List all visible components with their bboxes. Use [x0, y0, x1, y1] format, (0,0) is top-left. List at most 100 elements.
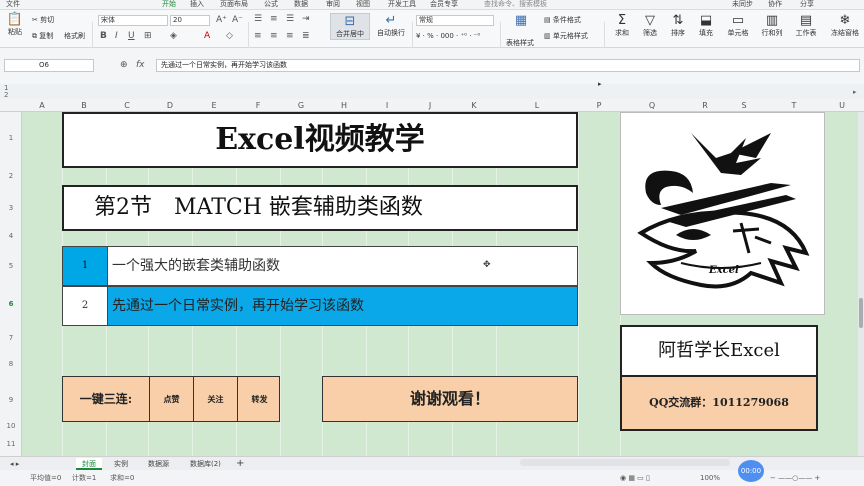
clear-icon[interactable]: ◇ — [226, 31, 233, 41]
section-cell[interactable]: 第2节 MATCH 嵌套辅助类函数 — [62, 185, 578, 231]
column-header[interactable]: E — [192, 99, 236, 112]
zoom-icon[interactable]: ⊕ — [120, 59, 128, 72]
column-header[interactable]: Q — [620, 99, 684, 112]
indent-icon[interactable]: ⇥ — [302, 14, 310, 24]
sheet-tab-datasource[interactable]: 数据源 — [142, 458, 175, 470]
align-center-icon[interactable]: ≡ — [270, 31, 278, 41]
column-header[interactable]: I — [366, 99, 408, 112]
like-cell[interactable]: 点赞 — [149, 377, 193, 421]
column-header[interactable]: S — [726, 99, 762, 112]
sheet-grid[interactable]: Excel视频教学 第2节 MATCH 嵌套辅助类函数 1 一个强大的嵌套类辅助函… — [22, 112, 858, 456]
column-header[interactable]: A — [22, 99, 62, 112]
cell-button[interactable]: ▭ 单元格 — [724, 13, 752, 38]
expand-arrow-icon[interactable]: ▸ — [598, 80, 602, 88]
cell-style-button[interactable]: ▥ 单元格样式 — [544, 31, 588, 41]
row-header[interactable]: 9 — [0, 396, 22, 404]
zoom-level[interactable]: 100% — [700, 473, 720, 483]
merge-center-button[interactable]: ⊟ 合并居中 — [330, 13, 370, 40]
worksheet-button[interactable]: ▤ 工作表 — [792, 13, 820, 38]
recording-timer[interactable]: 00:00 — [738, 460, 764, 482]
title-cell[interactable]: Excel视频教学 — [62, 112, 578, 168]
qq-group-cell[interactable]: QQ交流群：1011279068 — [620, 377, 818, 431]
italic-icon[interactable]: I — [115, 31, 118, 41]
align-top-icon[interactable]: ☰ — [254, 14, 262, 24]
font-name-select[interactable]: 宋体 — [98, 15, 168, 26]
name-box[interactable]: O6 — [4, 59, 94, 72]
font-color-icon[interactable]: A — [204, 31, 210, 41]
vertical-scrollbar[interactable] — [858, 112, 864, 456]
table-style-button[interactable]: 表格样式 — [506, 38, 534, 48]
sum-button[interactable]: Σ 求和 — [610, 13, 634, 38]
column-header[interactable]: H — [322, 99, 366, 112]
author-name-cell[interactable]: 阿哲学长Excel — [620, 325, 818, 377]
item-row-selected[interactable]: 2 先通过一个日常实例，再开始学习该函数 — [62, 286, 578, 326]
column-header[interactable]: F — [236, 99, 280, 112]
column-header[interactable]: B — [62, 99, 106, 112]
formula-input[interactable]: 先通过一个日常实例，再开始学习该函数 — [156, 59, 860, 72]
wrap-text-button[interactable]: ↵ 自动换行 — [374, 13, 408, 38]
tab-nav-icon[interactable]: ◂ ▸ — [4, 458, 25, 470]
number-format-select[interactable]: 常规 — [416, 15, 494, 26]
font-size-select[interactable]: 20 — [170, 15, 210, 26]
fx-icon[interactable]: fx — [136, 59, 145, 72]
column-header[interactable]: P — [578, 99, 620, 112]
sort-button[interactable]: ⇅ 排序 — [666, 13, 690, 38]
zoom-slider[interactable]: − ——○—— + — [770, 473, 820, 483]
row-header[interactable]: 8 — [0, 360, 22, 368]
row-header[interactable]: 1 — [0, 134, 22, 142]
item-text[interactable]: 先通过一个日常实例，再开始学习该函数 — [107, 287, 577, 325]
underline-icon[interactable]: U — [128, 31, 135, 41]
share-cell[interactable]: 转发 — [237, 377, 281, 421]
column-header[interactable]: L — [496, 99, 578, 112]
increase-font-icon[interactable]: A⁺ — [216, 15, 227, 25]
item-number[interactable]: 1 — [63, 247, 107, 285]
menu-collaborate[interactable]: 协作 — [768, 0, 782, 9]
filter-button[interactable]: ▽ 筛选 — [638, 13, 662, 38]
number-format-buttons[interactable]: ¥ · % · 000 · ⁺⁰ · ⁻⁰ — [416, 31, 480, 41]
menu-home[interactable]: 开始 — [162, 0, 176, 9]
collapse-arrow-icon[interactable]: ▸ — [853, 88, 857, 96]
column-header[interactable]: C — [106, 99, 148, 112]
format-painter-button[interactable]: 格式刷 — [64, 31, 85, 41]
item-text[interactable]: 一个强大的嵌套类辅助函数 — [107, 247, 577, 285]
sheet-tab-cover[interactable]: 封面 — [76, 458, 102, 470]
justify-icon[interactable]: ≣ — [302, 31, 310, 41]
column-header[interactable]: D — [148, 99, 192, 112]
menu-file[interactable]: 文件 — [6, 0, 20, 9]
row-header-active[interactable]: 6 — [0, 300, 22, 308]
item-row[interactable]: 1 一个强大的嵌套类辅助函数 ✥ — [62, 246, 578, 286]
row-header[interactable]: 5 — [0, 262, 22, 270]
cut-button[interactable]: ✂ 剪切 — [32, 15, 54, 25]
menu-insert[interactable]: 插入 — [190, 0, 204, 9]
type-convert-button[interactable]: ▦ — [504, 13, 538, 28]
menu-data[interactable]: 数据 — [294, 0, 308, 9]
column-header[interactable]: G — [280, 99, 322, 112]
align-right-icon[interactable]: ≡ — [286, 31, 294, 41]
follow-cell[interactable]: 关注 — [193, 377, 237, 421]
thanks-cell[interactable]: 谢谢观看！ — [322, 376, 578, 422]
align-middle-icon[interactable]: ≡ — [270, 14, 278, 24]
menu-view[interactable]: 视图 — [356, 0, 370, 9]
sheet-tab-example[interactable]: 实例 — [108, 458, 134, 470]
row-header[interactable]: 7 — [0, 334, 22, 342]
fill-color-icon[interactable]: ◈ — [170, 31, 177, 41]
menu-developer[interactable]: 开发工具 — [388, 0, 416, 9]
column-header[interactable]: R — [684, 99, 726, 112]
fill-button[interactable]: ⬓ 填充 — [694, 13, 718, 38]
menu-share[interactable]: 分享 — [800, 0, 814, 9]
view-mode-icons[interactable]: ◉ ▦ ▭ ▯ — [620, 473, 650, 483]
menu-formulas[interactable]: 公式 — [264, 0, 278, 9]
freeze-panes-button[interactable]: ❄ 冻结窗格 — [830, 13, 860, 38]
row-header[interactable]: 2 — [0, 172, 22, 180]
outline-levels[interactable]: 12 — [0, 84, 20, 99]
add-sheet-icon[interactable]: + — [230, 458, 250, 470]
scroll-thumb[interactable] — [859, 298, 863, 328]
item-number[interactable]: 2 — [63, 287, 107, 325]
sync-status[interactable]: 未同步 — [732, 0, 753, 9]
column-header[interactable]: K — [452, 99, 496, 112]
menu-page-layout[interactable]: 页面布局 — [220, 0, 248, 9]
paste-button[interactable]: 📋 粘贴 — [4, 12, 26, 37]
align-left-icon[interactable]: ≡ — [254, 31, 262, 41]
sheet-tab-database[interactable]: 数据库(2) — [184, 458, 227, 470]
row-header[interactable]: 11 — [0, 440, 22, 448]
